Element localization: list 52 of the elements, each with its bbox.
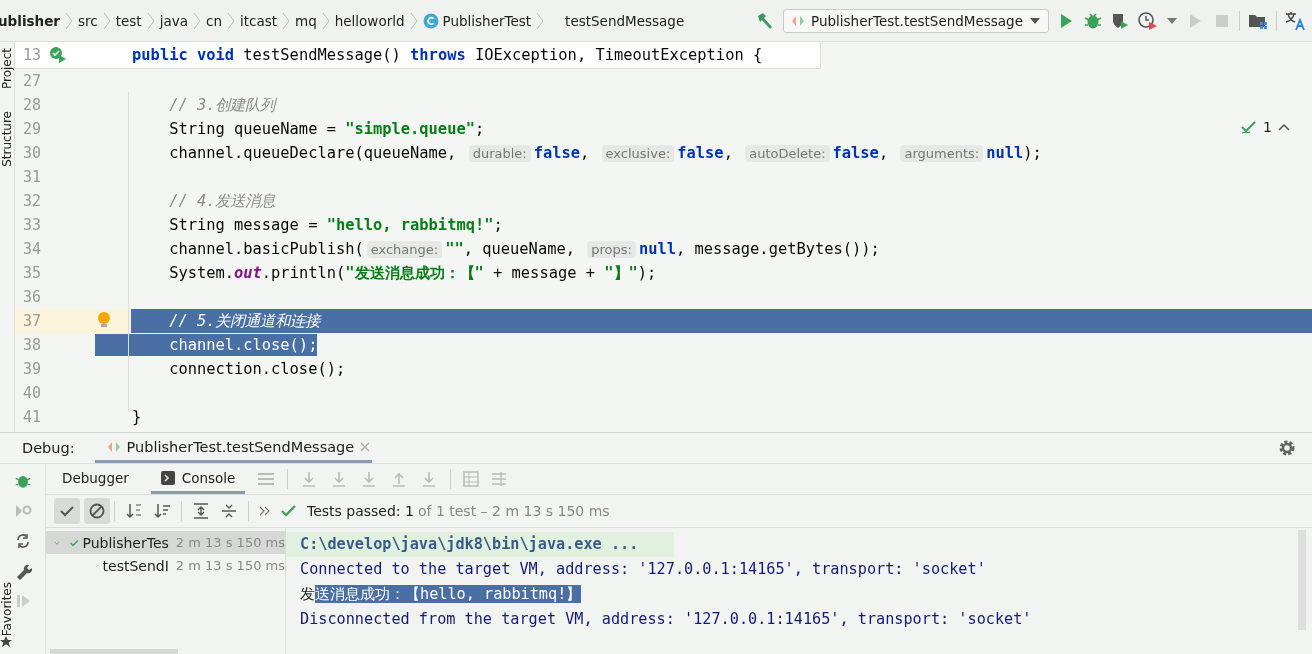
line-number: 27 xyxy=(21,72,41,90)
panel-tab[interactable]: Debugger xyxy=(52,464,139,494)
line-number: 28 xyxy=(21,96,41,114)
breadcrumb-item[interactable]: test xyxy=(115,12,142,29)
test-tree-item[interactable]: testSendI 2 m 13 s 150 ms xyxy=(46,554,285,577)
tool-window-tab[interactable]: Project xyxy=(0,48,14,90)
test-summary: of 1 test – 2 m 13 s 150 ms xyxy=(417,503,610,519)
breadcrumb-item[interactable]: testSendMessage xyxy=(565,12,685,29)
line-number: 30 xyxy=(21,144,41,162)
code-line: } xyxy=(132,407,142,428)
console-line: Disconnected from the target VM, address: '127.0.0.1:14165', transport: 'socket' xyxy=(299,609,1033,630)
panel-tab[interactable]: Console xyxy=(150,464,246,494)
test-tree-item[interactable]: PublisherTes 2 m 13 s 150 ms xyxy=(46,531,285,554)
breadcrumb-item[interactable]: src xyxy=(78,12,98,29)
code-line: channel.basicPublish( exchange: "", queueName, props: null, message.getBytes()); xyxy=(169,238,880,260)
breadcrumb-item[interactable]: PublisherTest xyxy=(422,12,532,29)
line-number: 36 xyxy=(21,288,41,306)
inspection-count[interactable]: 1 xyxy=(1263,119,1272,135)
breadcrumb-item[interactable]: cn xyxy=(205,12,222,29)
code-line: String message = "hello, rabbitmq!"; xyxy=(169,215,503,236)
line-number: 31 xyxy=(21,168,41,186)
code-line: connection.close(); xyxy=(169,359,346,380)
console-line: 发送消息成功：【hello, rabbitmq!】 xyxy=(299,584,583,605)
line-number: 29 xyxy=(21,120,41,138)
line-number: 38 xyxy=(21,336,41,354)
code-line: // 5.关闭通道和连接 xyxy=(169,311,321,332)
debug-session-tab[interactable]: PublisherTest.testSendMessage xyxy=(94,433,373,463)
line-number: 41 xyxy=(21,408,41,426)
code-line: channel.queueDeclare(queueName, durable: false, exclusive: false, autoDelete: false, arguments: null); xyxy=(169,142,1042,164)
panel-title: Debug: xyxy=(22,440,75,456)
line-number: 13 xyxy=(21,46,41,64)
line-number: 35 xyxy=(21,264,41,282)
code-line: public void testSendMessage() throws IOException, TimeoutException { xyxy=(132,45,763,66)
breadcrumb-item[interactable]: java xyxy=(159,12,188,29)
code-line: // 3.创建队列 xyxy=(169,95,276,116)
line-number: 34 xyxy=(21,240,41,258)
breadcrumb-item[interactable]: mq xyxy=(295,12,317,29)
test-status: Tests passed: 1 xyxy=(307,503,414,519)
tool-window-tab[interactable]: Favorites xyxy=(0,581,14,636)
line-number: 40 xyxy=(21,384,41,402)
breadcrumb-item[interactable]: itcast xyxy=(239,12,277,29)
line-number: 32 xyxy=(21,192,41,210)
code-line: // 4.发送消息 xyxy=(169,191,276,212)
line-number: 37 xyxy=(21,312,41,330)
code-line: System.out.println("发送消息成功：【" + message + "】"); xyxy=(169,263,657,284)
line-number: 39 xyxy=(21,360,41,378)
code-line: String queueName = "simple.queue"; xyxy=(169,119,485,140)
tool-window-tab[interactable]: Structure xyxy=(0,111,14,167)
line-number: 33 xyxy=(21,216,41,234)
breadcrumb-item[interactable]: helloworld xyxy=(334,12,405,29)
run-configuration-dropdown[interactable]: PublisherTest.testSendMessage xyxy=(783,8,1049,33)
console-line: Connected to the target VM, address: '127.0.0.1:14165', transport: 'socket' xyxy=(299,559,987,580)
